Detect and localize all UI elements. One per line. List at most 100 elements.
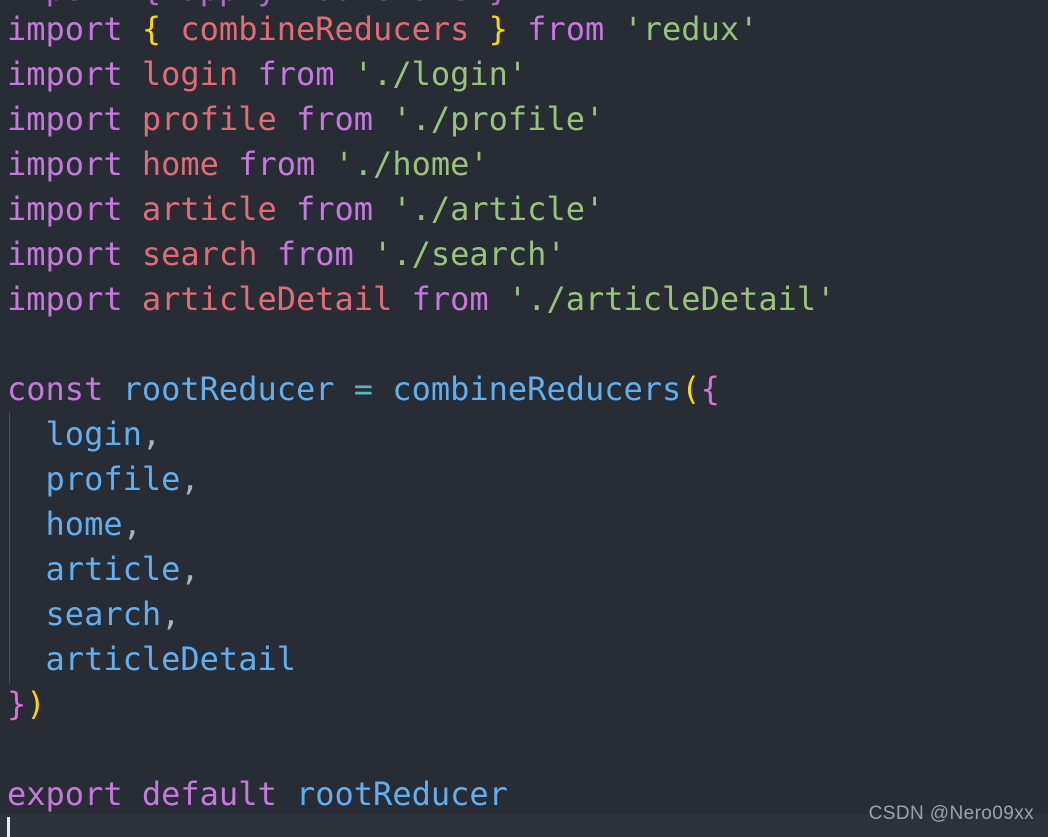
code-surface[interactable]: import { combineReducers } from 'redux' i… [0,0,1048,837]
code-editor[interactable]: import { applyMiddleware } import { comb… [0,0,1048,837]
code-token-variable: combineReducers [180,10,470,48]
code-token-b1: { [141,10,162,48]
code-token-function: login [45,415,142,453]
code-token-variable: search [141,235,258,273]
code-token-function: articleDetail [45,640,296,678]
code-line[interactable]: articleDetail [7,637,296,682]
code-token-punct: , [180,460,200,498]
code-line[interactable]: const rootReducer = combineReducers({ [7,367,720,412]
code-token-b1: } [488,10,508,48]
code-token-operator: = [353,370,374,408]
code-token-keyword: import [7,100,123,138]
code-line[interactable]: }) [7,682,46,727]
code-token-keyword: from [276,235,354,273]
code-token-keyword: const [7,370,104,408]
code-line[interactable]: import search from './search' [7,232,566,277]
code-token-string: './profile' [392,100,605,138]
text-cursor [7,817,10,837]
code-line[interactable] [7,322,26,367]
code-token-keyword: default [141,775,277,813]
code-token-b1: ( [681,370,701,408]
code-token-variable: home [141,145,219,183]
code-token-variable: login [141,55,239,93]
code-token-keyword: from [411,280,489,318]
code-token-function: home [45,505,123,543]
code-token-keyword: import [7,280,123,318]
code-line[interactable]: search, [7,592,181,637]
code-token-function: profile [45,460,181,498]
code-token-b2: } [7,685,27,723]
code-token-variable: profile [141,100,277,138]
code-line[interactable]: export default rootReducer [7,772,508,817]
code-line[interactable] [7,727,26,772]
code-token-b2: { [700,370,720,408]
code-line[interactable]: import articleDetail from './articleDeta… [7,277,835,322]
code-line[interactable]: home, [7,502,142,547]
code-line[interactable]: import { combineReducers } from 'redux' [7,7,758,52]
code-token-function: combineReducers [392,370,682,408]
code-line[interactable]: import article from './article' [7,187,604,232]
code-token-string: './home' [334,145,489,183]
code-line[interactable]: import profile from './profile' [7,97,604,142]
code-line[interactable]: import login from './login' [7,52,527,97]
code-token-b1: ) [26,685,46,723]
code-token-keyword: import [7,10,123,48]
code-token-keyword: import [7,145,123,183]
code-token-variable: article [141,190,277,228]
code-token-function: article [45,550,181,588]
code-token-punct: , [122,505,142,543]
code-token-keyword: import [7,190,123,228]
code-token-punct: , [141,415,162,453]
code-token-keyword: import [7,235,123,273]
csdn-watermark: CSDN @Nero09xx [868,803,1034,824]
code-line[interactable]: article, [7,547,200,592]
code-token-function: search [45,595,162,633]
code-token-string: 'redux' [623,10,759,48]
code-token-keyword: from [257,55,335,93]
code-line[interactable]: import home from './home' [7,142,489,187]
code-token-keyword: import [7,55,123,93]
code-token-keyword: from [295,100,374,138]
code-token-string: './articleDetail' [507,280,836,318]
code-token-keyword: from [238,145,316,183]
code-token-punct: , [161,595,181,633]
code-token-string: './login' [353,55,528,93]
code-token-keyword: from [295,190,374,228]
code-token-function: rootReducer [122,370,335,408]
code-token-keyword: from [527,10,605,48]
code-line[interactable]: login, [7,412,162,457]
code-token-variable: articleDetail [141,280,393,318]
code-token-punct: , [180,550,200,588]
code-line[interactable]: profile, [7,457,200,502]
code-token-function: rootReducer [295,775,508,813]
